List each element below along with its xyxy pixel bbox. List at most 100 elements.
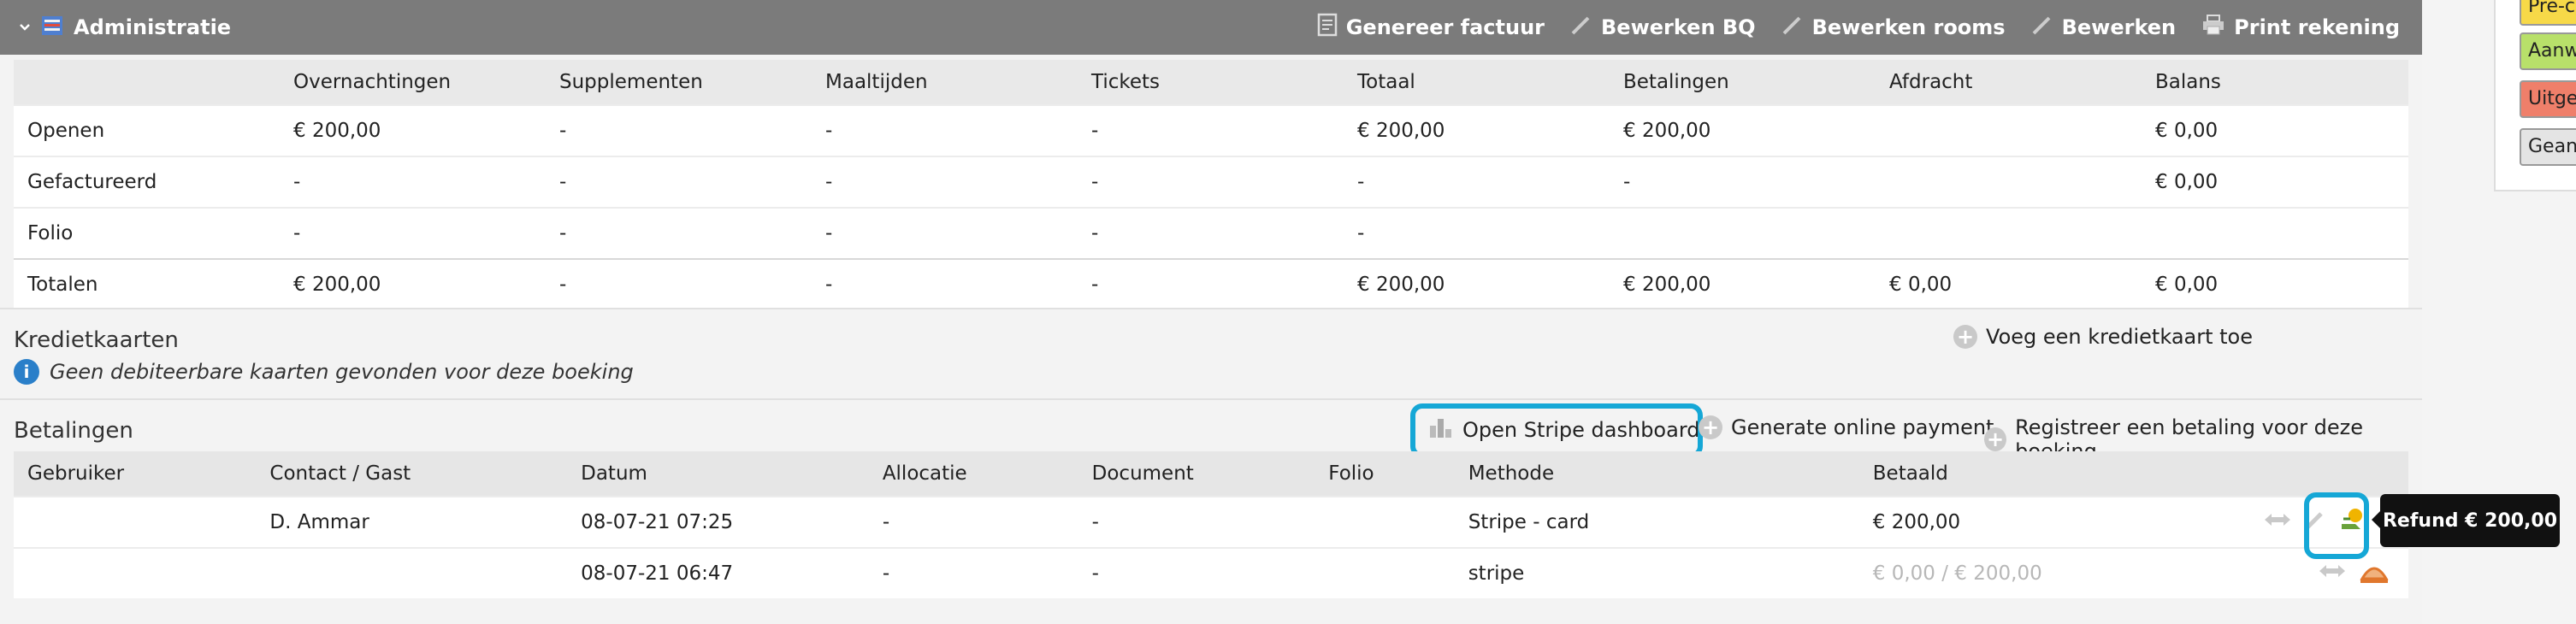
table-cell: - bbox=[1078, 207, 1344, 259]
move-icon[interactable] bbox=[2263, 511, 2292, 533]
column-header: Gebruiker bbox=[14, 451, 257, 497]
table-cell: 08-07-21 07:25 bbox=[567, 496, 869, 548]
table-cell: - bbox=[1344, 207, 1610, 259]
summary-table-wrapper: Overnachtingen Supplementen Maaltijden T… bbox=[14, 60, 2408, 309]
payments-header-row: Gebruiker Contact / Gast Datum Allocatie… bbox=[14, 451, 2408, 497]
column-header: Document bbox=[1078, 451, 1315, 497]
creditcards-note: i Geen debiteerbare kaarten gevonden voo… bbox=[14, 359, 634, 385]
pencil-icon bbox=[1781, 14, 1804, 41]
table-cell: Stripe - card bbox=[1454, 496, 1859, 548]
edit-rooms-label: Bewerken rooms bbox=[1811, 15, 2006, 39]
status-legend: Pre-check Aanwezig Uitgecheckt Geannulee… bbox=[2494, 0, 2576, 191]
edit-bq-button[interactable]: Bewerken BQ bbox=[1570, 14, 1756, 41]
table-cell: € 200,00 bbox=[280, 258, 546, 309]
legend-item: Pre-check bbox=[2520, 0, 2576, 26]
generate-invoice-label: Genereer factuur bbox=[1345, 15, 1545, 39]
totals-row: Totalen € 200,00 - - - € 200,00 € 200,00… bbox=[14, 258, 2408, 309]
row-actions bbox=[2196, 547, 2408, 598]
edit-button[interactable]: Bewerken bbox=[2031, 14, 2176, 41]
refund-highlight bbox=[2304, 492, 2369, 559]
column-header: Tickets bbox=[1078, 60, 1344, 105]
info-icon: i bbox=[14, 359, 39, 385]
table-cell: - bbox=[280, 156, 546, 208]
table-cell bbox=[256, 547, 568, 598]
table-cell: € 200,00 bbox=[1344, 104, 1610, 156]
table-cell: - bbox=[546, 156, 812, 208]
column-header: Folio bbox=[1315, 451, 1455, 497]
table-cell bbox=[1876, 104, 2142, 156]
table-cell bbox=[1315, 547, 1455, 598]
print-bill-button[interactable]: Print rekening bbox=[2201, 14, 2400, 41]
column-header: Methode bbox=[1454, 451, 1859, 497]
refund-tooltip: Refund € 200,00 bbox=[2372, 494, 2560, 547]
table-cell bbox=[1610, 207, 1876, 259]
table-cell bbox=[1315, 496, 1455, 548]
column-header bbox=[14, 60, 280, 105]
table-cell: - bbox=[812, 156, 1078, 208]
table-cell: - bbox=[812, 207, 1078, 259]
table-cell: - bbox=[546, 104, 812, 156]
table-cell bbox=[14, 496, 257, 548]
divider bbox=[0, 398, 2422, 400]
add-creditcard-button[interactable]: + Voeg een kredietkaart toe bbox=[1953, 325, 2253, 349]
generate-online-payment-label: Generate online payment bbox=[1731, 415, 1994, 439]
table-cell: - bbox=[280, 207, 546, 259]
plus-icon: + bbox=[1699, 415, 1722, 439]
chevron-down-icon[interactable] bbox=[19, 20, 31, 36]
table-cell: € 0,00 bbox=[2142, 258, 2408, 309]
divider bbox=[0, 308, 2422, 309]
table-cell: € 200,00 bbox=[280, 104, 546, 156]
summary-header-row: Overnachtingen Supplementen Maaltijden T… bbox=[14, 60, 2408, 105]
table-cell: - bbox=[1610, 156, 1876, 208]
generate-invoice-button[interactable]: Genereer factuur bbox=[1317, 13, 1545, 42]
edit-bq-label: Bewerken BQ bbox=[1601, 15, 1756, 39]
table-cell: - bbox=[812, 258, 1078, 309]
table-row: Folio - - - - - bbox=[14, 207, 2408, 259]
table-cell: stripe bbox=[1454, 547, 1859, 598]
table-row: D. Ammar 08-07-21 07:25 - - Stripe - car… bbox=[14, 496, 2408, 548]
table-cell: € 200,00 bbox=[1344, 258, 1610, 309]
table-cell bbox=[1876, 156, 2142, 208]
payments-table-wrapper: Gebruiker Contact / Gast Datum Allocatie… bbox=[14, 451, 2408, 598]
ledger-icon bbox=[39, 13, 65, 42]
move-icon[interactable] bbox=[2318, 562, 2347, 585]
column-header: Afdracht bbox=[1876, 60, 2142, 105]
column-header: Supplementen bbox=[546, 60, 812, 105]
section-title: Administratie bbox=[74, 15, 232, 39]
table-cell: Openen bbox=[14, 104, 280, 156]
legend-item: Uitgecheckt bbox=[2520, 80, 2576, 118]
add-creditcard-label: Voeg een kredietkaart toe bbox=[1986, 325, 2253, 349]
table-cell: € 200,00 bbox=[1610, 104, 1876, 156]
table-cell: € 0,00 / € 200,00 bbox=[1858, 547, 2197, 598]
table-cell: € 0,00 bbox=[2142, 104, 2408, 156]
creditcards-note-text: Geen debiteerbare kaarten gevonden voor … bbox=[50, 360, 634, 384]
column-header: Balans bbox=[2142, 60, 2408, 105]
edit-rooms-button[interactable]: Bewerken rooms bbox=[1781, 14, 2006, 41]
table-cell: - bbox=[1078, 496, 1315, 548]
section-header: Administratie Genereer factuur Bewerken … bbox=[0, 0, 2422, 55]
table-cell bbox=[1876, 207, 2142, 259]
table-row: Openen € 200,00 - - - € 200,00 € 200,00 … bbox=[14, 104, 2408, 156]
summary-table: Overnachtingen Supplementen Maaltijden T… bbox=[14, 60, 2408, 309]
bell-icon[interactable] bbox=[2357, 556, 2391, 591]
table-row: Gefactureerd - - - - - - € 0,00 bbox=[14, 156, 2408, 208]
table-cell bbox=[14, 547, 257, 598]
printer-icon bbox=[2201, 14, 2225, 41]
column-header: Betalingen bbox=[1610, 60, 1876, 105]
table-cell: Gefactureerd bbox=[14, 156, 280, 208]
table-cell: € 200,00 bbox=[1858, 496, 2197, 548]
generate-online-payment-button[interactable]: + Generate online payment bbox=[1699, 415, 1994, 439]
column-header: Betaald bbox=[1858, 451, 2197, 497]
column-header: Totaal bbox=[1344, 60, 1610, 105]
table-cell: - bbox=[1078, 258, 1344, 309]
table-cell: - bbox=[546, 207, 812, 259]
table-cell: - bbox=[1078, 156, 1344, 208]
table-cell: € 200,00 bbox=[1610, 258, 1876, 309]
plus-icon: + bbox=[1984, 427, 2007, 451]
column-header: Maaltijden bbox=[812, 60, 1078, 105]
table-cell: - bbox=[546, 258, 812, 309]
main-panel: Administratie Genereer factuur Bewerken … bbox=[0, 0, 2422, 624]
table-cell: Folio bbox=[14, 207, 280, 259]
column-header: Allocatie bbox=[868, 451, 1078, 497]
table-cell bbox=[2142, 207, 2408, 259]
